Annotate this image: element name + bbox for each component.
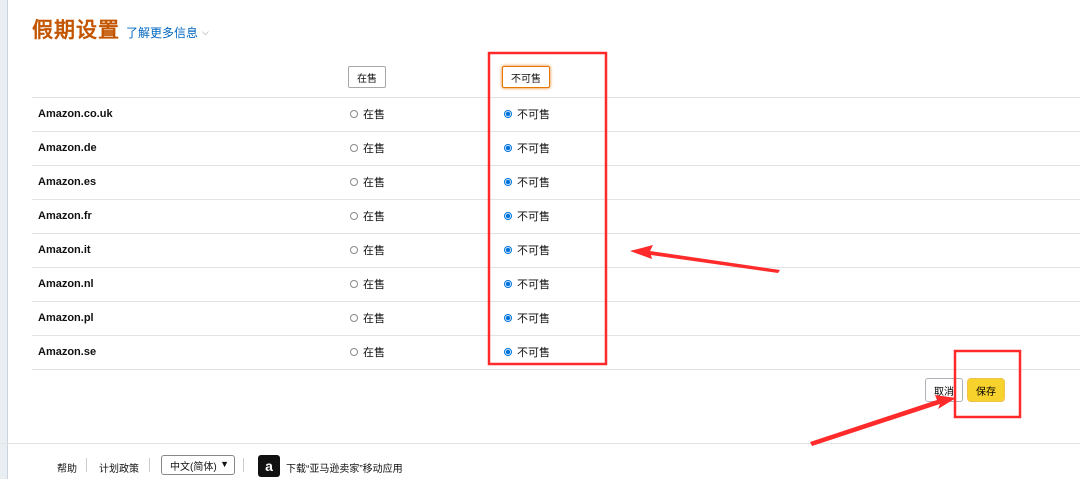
page-header: 假期设置 了解更多信息 ⌵ — [32, 14, 209, 44]
table-row: Amazon.es 在售 不可售 — [32, 166, 1080, 200]
chevron-down-icon: ⌵ — [202, 27, 209, 37]
available-label: 在售 — [363, 347, 385, 359]
radio-button-selected[interactable] — [504, 246, 512, 254]
radio-button[interactable] — [350, 246, 358, 254]
program-policies-link[interactable]: 计划政策 — [99, 460, 139, 475]
table-header-row: 在售 不可售 — [32, 58, 1080, 98]
radio-button[interactable] — [350, 348, 358, 356]
available-radio-option[interactable]: 在售 — [350, 174, 385, 190]
unavailable-radio-option[interactable]: 不可售 — [504, 106, 550, 122]
divider — [86, 458, 87, 472]
unavailable-radio-option[interactable]: 不可售 — [504, 174, 550, 190]
cancel-button[interactable]: 取消 — [925, 378, 963, 402]
marketplace-name: Amazon.co.uk — [38, 108, 113, 120]
marketplace-name: Amazon.de — [38, 142, 97, 154]
radio-button-selected[interactable] — [504, 314, 512, 322]
unavailable-label: 不可售 — [517, 245, 550, 257]
help-link[interactable]: 帮助 — [57, 460, 77, 475]
table-row: Amazon.it 在售 不可售 — [32, 234, 1080, 268]
divider — [243, 458, 244, 472]
save-button[interactable]: 保存 — [967, 378, 1005, 402]
available-radio-option[interactable]: 在售 — [350, 276, 385, 292]
marketplace-name: Amazon.se — [38, 346, 97, 358]
arrow-icon — [810, 395, 956, 446]
unavailable-label: 不可售 — [517, 347, 550, 359]
unavailable-label: 不可售 — [517, 313, 550, 325]
unavailable-label: 不可售 — [517, 177, 550, 189]
set-all-available-button[interactable]: 在售 — [348, 66, 386, 88]
unavailable-radio-option[interactable]: 不可售 — [504, 310, 550, 326]
radio-button-selected[interactable] — [504, 110, 512, 118]
learn-more-link[interactable]: 了解更多信息 ⌵ — [126, 24, 209, 41]
unavailable-label: 不可售 — [517, 279, 550, 291]
radio-button-selected[interactable] — [504, 144, 512, 152]
table-row: Amazon.fr 在售 不可售 — [32, 200, 1080, 234]
learn-more-label: 了解更多信息 — [126, 26, 199, 40]
table-row: Amazon.de 在售 不可售 — [32, 132, 1080, 166]
unavailable-label: 不可售 — [517, 143, 550, 155]
table-row: Amazon.se 在售 不可售 — [32, 336, 1080, 370]
unavailable-radio-option[interactable]: 不可售 — [504, 242, 550, 258]
table-row: Amazon.pl 在售 不可售 — [32, 302, 1080, 336]
available-radio-option[interactable]: 在售 — [350, 344, 385, 360]
radio-button[interactable] — [350, 212, 358, 220]
unavailable-radio-option[interactable]: 不可售 — [504, 344, 550, 360]
language-select[interactable]: 中文(简体) ▼ — [161, 455, 235, 475]
divider — [149, 458, 150, 472]
unavailable-label: 不可售 — [517, 109, 550, 121]
left-rail — [0, 0, 8, 479]
available-label: 在售 — [363, 211, 385, 223]
chevron-down-icon: ▼ — [220, 459, 229, 469]
unavailable-radio-option[interactable]: 不可售 — [504, 140, 550, 156]
language-selected-value: 中文(简体) — [170, 461, 217, 473]
set-all-unavailable-button[interactable]: 不可售 — [502, 66, 550, 88]
unavailable-radio-option[interactable]: 不可售 — [504, 276, 550, 292]
radio-button-selected[interactable] — [504, 280, 512, 288]
page-title: 假期设置 — [32, 19, 120, 42]
app-icon-letter: a — [265, 458, 273, 474]
available-radio-option[interactable]: 在售 — [350, 242, 385, 258]
available-label: 在售 — [363, 313, 385, 325]
available-label: 在售 — [363, 245, 385, 257]
available-radio-option[interactable]: 在售 — [350, 310, 385, 326]
radio-button[interactable] — [350, 314, 358, 322]
radio-button[interactable] — [350, 280, 358, 288]
available-label: 在售 — [363, 143, 385, 155]
vacation-settings-table: 在售 不可售 Amazon.co.uk 在售 不可售 Amazon.de 在售 … — [32, 58, 1080, 370]
marketplace-name: Amazon.nl — [38, 278, 94, 290]
marketplace-name: Amazon.fr — [38, 210, 92, 222]
available-label: 在售 — [363, 177, 385, 189]
available-label: 在售 — [363, 279, 385, 291]
table-row: Amazon.nl 在售 不可售 — [32, 268, 1080, 302]
footer: 帮助 计划政策 中文(简体) ▼ a 下载“亚马逊卖家”移动应用 — [0, 443, 1080, 480]
radio-button[interactable] — [350, 144, 358, 152]
marketplace-name: Amazon.pl — [38, 312, 94, 324]
available-radio-option[interactable]: 在售 — [350, 106, 385, 122]
unavailable-radio-option[interactable]: 不可售 — [504, 208, 550, 224]
radio-button[interactable] — [350, 178, 358, 186]
radio-button-selected[interactable] — [504, 348, 512, 356]
radio-button[interactable] — [350, 110, 358, 118]
radio-button-selected[interactable] — [504, 212, 512, 220]
download-app-link[interactable]: 下载“亚马逊卖家”移动应用 — [286, 460, 403, 475]
available-label: 在售 — [363, 109, 385, 121]
radio-button-selected[interactable] — [504, 178, 512, 186]
marketplace-name: Amazon.it — [38, 244, 91, 256]
seller-app-icon[interactable]: a — [258, 455, 280, 477]
available-radio-option[interactable]: 在售 — [350, 140, 385, 156]
table-row: Amazon.co.uk 在售 不可售 — [32, 98, 1080, 132]
marketplace-name: Amazon.es — [38, 176, 97, 188]
unavailable-label: 不可售 — [517, 211, 550, 223]
available-radio-option[interactable]: 在售 — [350, 208, 385, 224]
